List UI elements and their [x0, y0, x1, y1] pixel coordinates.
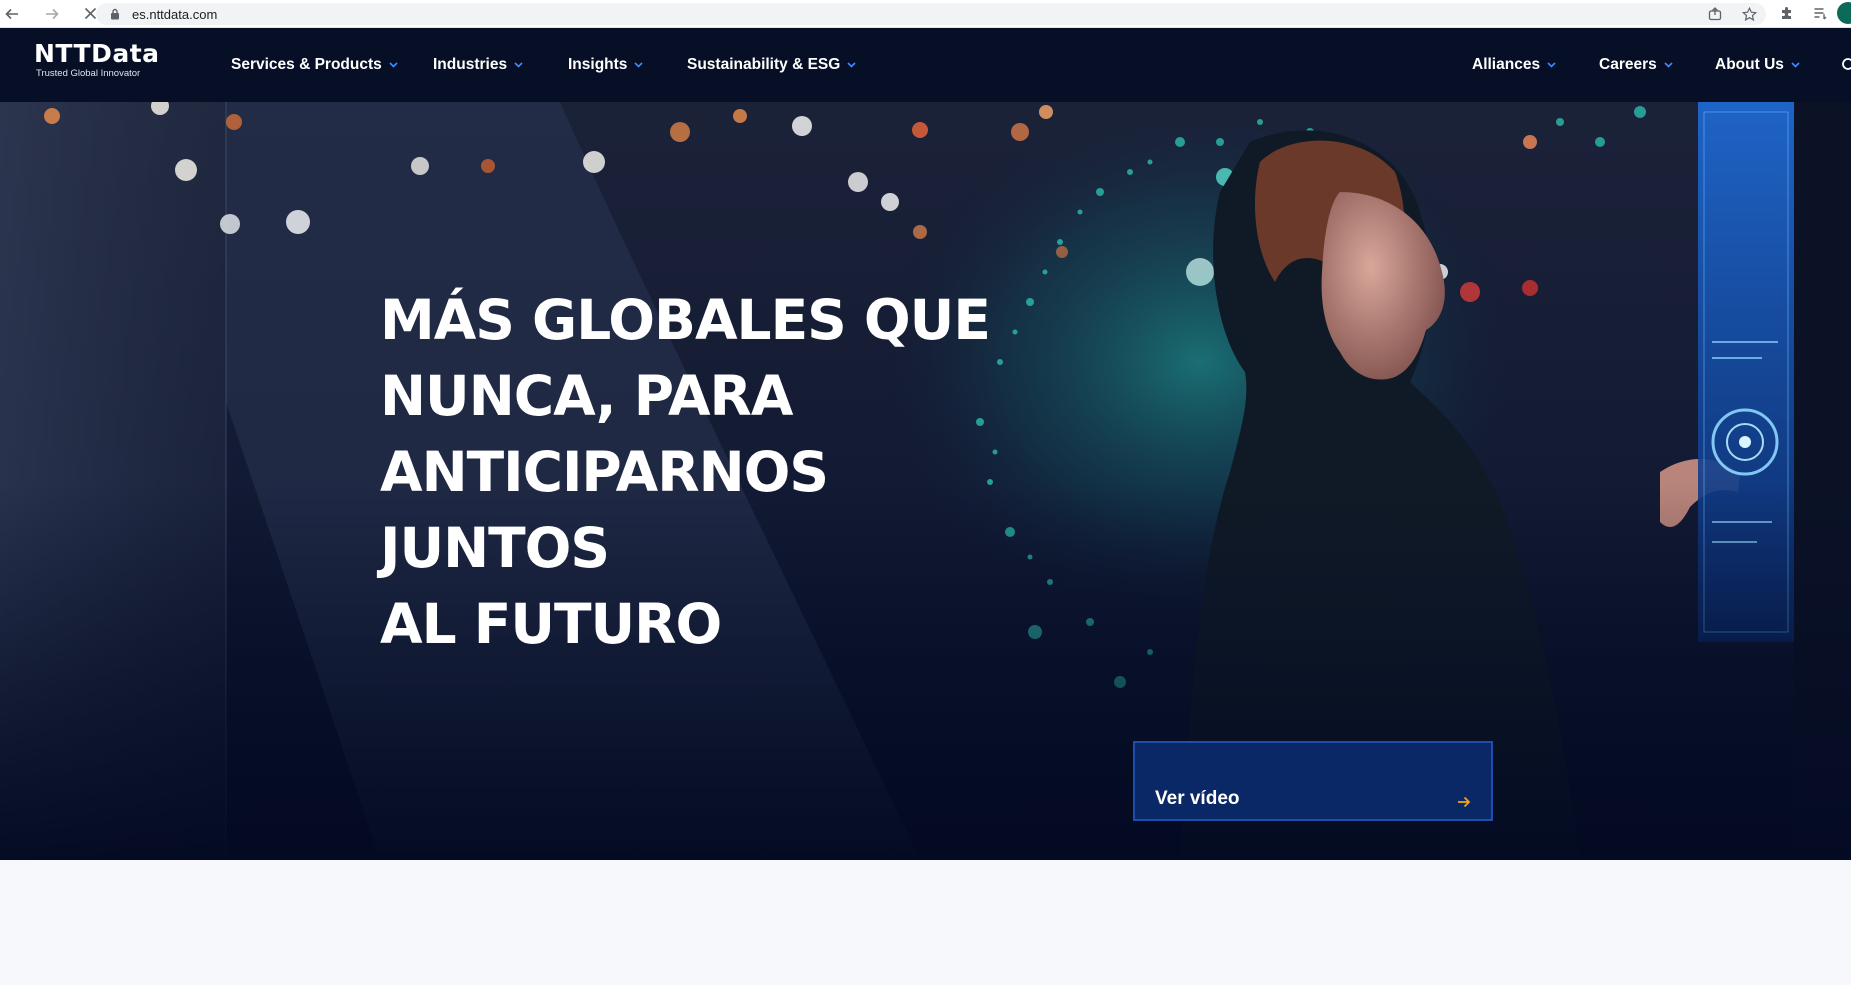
nav-label: About Us: [1715, 56, 1784, 73]
headline-line: NUNCA, PARA: [380, 364, 793, 428]
chevron-down-icon: [847, 61, 856, 70]
nav-careers[interactable]: Careers: [1599, 28, 1673, 102]
site-header: NTTData Trusted Global Innovator Service…: [0, 28, 1851, 102]
hero-banner: MÁS GLOBALES QUE NUNCA, PARA ANTICIPARNO…: [0, 102, 1851, 860]
headline-line: AL FUTURO: [380, 592, 722, 656]
chevron-down-icon: [634, 61, 643, 70]
chevron-down-icon: [514, 61, 523, 70]
browser-toolbar: es.nttdata.com: [0, 0, 1851, 28]
logo-tagline: Trusted Global Innovator: [36, 68, 141, 79]
chevron-down-icon: [389, 61, 398, 70]
chevron-down-icon: [1791, 61, 1800, 70]
watch-video-label: Ver vídeo: [1155, 788, 1240, 809]
nav-label: Sustainability & ESG: [687, 56, 841, 73]
address-bar[interactable]: es.nttdata.com: [96, 3, 1766, 25]
logo-wordmark: NTTData: [34, 39, 160, 68]
share-icon[interactable]: [1698, 3, 1732, 25]
nav-label: Alliances: [1472, 56, 1541, 73]
extensions-icon[interactable]: [1769, 2, 1803, 24]
profile-avatar[interactable]: [1837, 2, 1851, 24]
nav-insights[interactable]: Insights: [568, 28, 643, 102]
hero-headline: MÁS GLOBALES QUE NUNCA, PARA ANTICIPARNO…: [380, 282, 1040, 662]
content-section: [0, 860, 1851, 985]
headline-line: ANTICIPARNOS JUNTOS: [380, 440, 829, 580]
headline-line: MÁS GLOBALES QUE: [380, 288, 991, 352]
star-icon[interactable]: [1732, 3, 1766, 25]
ntt-data-logo[interactable]: NTTData Trusted Global Innovator: [34, 39, 160, 80]
nav-about-us[interactable]: About Us: [1715, 28, 1800, 102]
arrow-right-icon: [1457, 795, 1471, 809]
nav-alliances[interactable]: Alliances: [1472, 28, 1556, 102]
nav-label: Careers: [1599, 56, 1657, 73]
forward-icon[interactable]: [40, 2, 64, 26]
nav-label: Industries: [433, 56, 508, 73]
nav-services-products[interactable]: Services & Products: [231, 28, 398, 102]
nav-sustainability-esg[interactable]: Sustainability & ESG: [687, 28, 856, 102]
nav-label: Insights: [568, 56, 628, 73]
chevron-down-icon: [1547, 61, 1556, 70]
watch-video-button[interactable]: Ver vídeo: [1133, 741, 1493, 821]
search-icon[interactable]: [1841, 28, 1851, 102]
chevron-down-icon: [1664, 61, 1673, 70]
reading-list-icon[interactable]: [1803, 2, 1837, 24]
lock-icon[interactable]: [108, 7, 122, 21]
back-icon[interactable]: [0, 2, 24, 26]
url-text[interactable]: es.nttdata.com: [132, 7, 217, 22]
nav-label: Services & Products: [231, 56, 382, 73]
nav-industries[interactable]: Industries: [433, 28, 523, 102]
